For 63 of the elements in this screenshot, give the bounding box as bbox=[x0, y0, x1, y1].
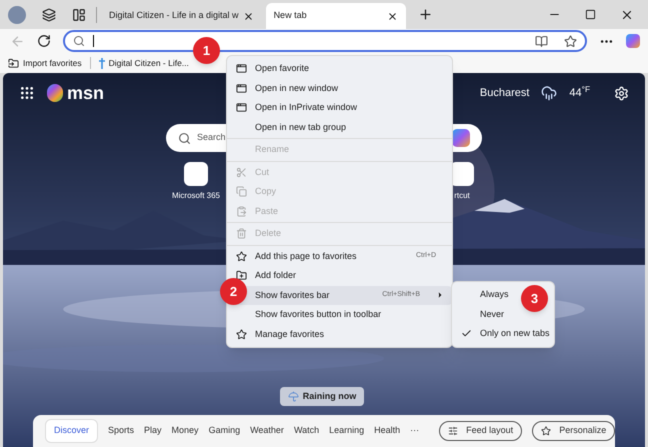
feed-tab[interactable]: Learning bbox=[329, 424, 364, 438]
menu-item[interactable]: Open in InPrivate window bbox=[227, 98, 452, 118]
umbrella-icon bbox=[288, 391, 299, 402]
weather-button[interactable]: Raining now bbox=[280, 387, 364, 406]
browser-tab[interactable]: Digital Citizen - Life in a digital w bbox=[101, 3, 262, 29]
window-icon bbox=[236, 82, 246, 94]
sliders-icon bbox=[448, 426, 458, 436]
copilot-icon[interactable] bbox=[626, 34, 640, 48]
feed-tab[interactable]: Discover bbox=[45, 419, 98, 443]
feed-tab[interactable]: Sports bbox=[108, 424, 134, 438]
close-tab-icon[interactable] bbox=[386, 10, 398, 22]
feed-tab[interactable]: Weather bbox=[250, 424, 284, 438]
favorite-link[interactable]: Import favorites bbox=[23, 56, 82, 70]
new-tab-icon[interactable] bbox=[418, 7, 433, 22]
scissors-icon bbox=[236, 166, 246, 178]
favorite-icon[interactable] bbox=[564, 34, 577, 48]
app-icon bbox=[184, 162, 208, 186]
menu-item[interactable]: Never bbox=[452, 304, 512, 324]
personalize-button[interactable]: Personalize bbox=[532, 421, 616, 441]
feed-tab[interactable]: Money bbox=[172, 424, 199, 438]
trash-icon bbox=[236, 228, 246, 240]
copilot-icon[interactable] bbox=[452, 129, 470, 147]
more-button[interactable]: ··· bbox=[410, 424, 420, 438]
import-icon bbox=[8, 58, 19, 68]
weather-icon bbox=[541, 85, 558, 101]
star-icon bbox=[541, 426, 552, 436]
menu-item[interactable]: Open favorite bbox=[227, 59, 452, 78]
search-icon bbox=[178, 132, 191, 144]
copy-icon bbox=[236, 186, 246, 198]
temperature-text[interactable]: 44$^{°F}$ bbox=[569, 84, 590, 102]
workspaces-icon[interactable] bbox=[42, 8, 56, 22]
apps-icon[interactable] bbox=[19, 85, 35, 101]
menu-item[interactable]: Only on new tabs bbox=[452, 324, 558, 344]
feed-tab[interactable]: Gaming bbox=[208, 424, 240, 438]
menu-item[interactable]: Always bbox=[452, 285, 517, 304]
feed-tab[interactable]: Health bbox=[374, 424, 400, 438]
refresh-icon[interactable] bbox=[37, 34, 51, 48]
window-icon bbox=[236, 63, 246, 74]
reader-icon[interactable] bbox=[535, 34, 548, 48]
clipboard-icon bbox=[236, 206, 246, 217]
menu-item[interactable]: Open in new window bbox=[227, 78, 452, 98]
window-icon bbox=[236, 102, 246, 114]
feed-tab[interactable]: Watch bbox=[294, 424, 320, 438]
feed-tab[interactable]: Play bbox=[144, 424, 162, 438]
maximize-icon[interactable] bbox=[585, 9, 596, 20]
menu-item[interactable]: Manage favorites bbox=[227, 324, 452, 344]
close-tab-icon[interactable] bbox=[242, 10, 254, 22]
profile-avatar[interactable] bbox=[8, 6, 26, 24]
browser-tab[interactable]: New tab bbox=[266, 3, 406, 29]
folder-plus-icon bbox=[236, 270, 246, 282]
cross-icon bbox=[98, 58, 105, 68]
menu-item[interactable]: Show favorites button in toolbar bbox=[227, 305, 452, 324]
feed-layout-button[interactable]: Feed layout bbox=[439, 421, 522, 441]
star-icon bbox=[236, 328, 246, 340]
favorite-link[interactable]: Digital Citizen - Life... bbox=[108, 56, 189, 70]
menu-item[interactable]: Open in new tab group bbox=[227, 118, 452, 137]
star-icon bbox=[236, 250, 246, 262]
settings-icon[interactable] bbox=[614, 86, 629, 100]
location-text[interactable]: Bucharest bbox=[480, 84, 530, 102]
vertical-tabs-icon[interactable] bbox=[72, 8, 86, 22]
logo-text: msn bbox=[67, 82, 104, 104]
search-icon bbox=[73, 35, 85, 47]
text-cursor bbox=[93, 35, 94, 47]
